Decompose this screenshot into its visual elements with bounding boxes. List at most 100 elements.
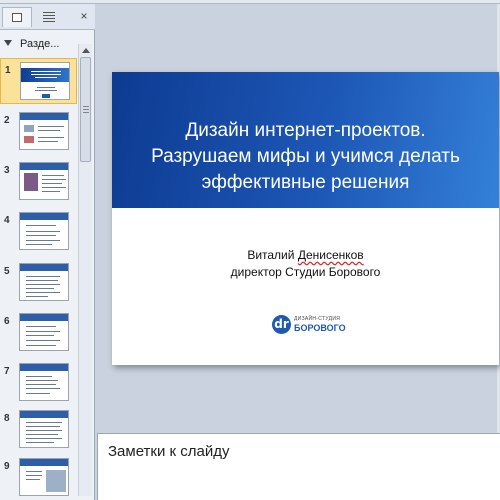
slide-thumbnail-3[interactable]: 3 [0,159,77,205]
slide-number: 2 [4,115,10,126]
preview-line [38,130,60,131]
preview-line [26,388,60,389]
preview-line [42,175,64,176]
preview-line [35,90,57,91]
preview-header [20,459,68,466]
preview-line [26,430,62,431]
slide-thumbnail-8[interactable]: 8 [0,407,77,453]
slide-preview [19,458,69,496]
slide-preview [19,212,69,250]
tab-slides[interactable] [2,7,32,27]
grip-line [83,112,89,113]
preview-header [20,314,68,321]
slide-preview [19,313,69,351]
preview-header [20,364,68,371]
preview-line [26,244,52,245]
preview-line [26,288,54,289]
preview-line [26,280,58,281]
slide-number: 8 [4,413,10,424]
preview-line [42,179,66,180]
preview-line [38,141,58,142]
slide-thumbnail-4[interactable]: 4 [0,209,77,255]
preview-line [26,376,52,377]
preview-line [26,335,54,336]
slide-preview [20,62,70,100]
preview-line [26,326,56,327]
preview-line [26,276,60,277]
preview-line [37,87,55,88]
slide-thumbnail-1[interactable]: 1 [0,58,77,104]
preview-line [31,71,61,72]
panel-tabs: × [0,4,95,30]
preview-line [26,434,58,435]
outline-tab-icon [43,12,55,13]
collapse-triangle-icon[interactable] [4,40,12,46]
preview-image [24,136,34,143]
preview-line [26,231,60,232]
preview-line [26,292,60,293]
logo-caption-top: ДИЗАЙН-СТУДИЯ [294,316,341,322]
slide-number: 5 [4,266,10,277]
preview-line [26,235,56,236]
slide-thumbnail-7[interactable]: 7 [0,360,77,406]
preview-line [26,442,54,443]
notes-pane[interactable]: Заметки к слайду [97,433,500,500]
preview-header [20,411,68,418]
slide-preview [19,363,69,401]
preview-header [20,264,68,271]
preview-line [26,340,60,341]
author-name[interactable]: Виталий Денисенков [112,248,499,262]
preview-line [26,471,42,472]
author-position[interactable]: директор Студии Борового [112,265,499,279]
preview-line [26,284,60,285]
preview-image [24,125,34,132]
preview-line [42,187,66,188]
title-line-1: Дизайн интернет-проектов. [185,120,426,141]
preview-image [24,173,38,191]
preview-line [26,393,50,394]
preview-line [38,137,64,138]
slide-canvas[interactable]: Дизайн интернет-проектов. Разрушаем мифы… [112,72,499,365]
logo-caption-bottom: БОРОВОГО [294,323,346,333]
slide-number: 1 [5,65,11,76]
thumbnail-scrollbar[interactable] [78,44,92,496]
tab-outline[interactable] [36,7,62,27]
outline-line [43,21,55,22]
slide-preview [19,112,69,150]
slide-thumbnail-2[interactable]: 2 [0,109,77,155]
slide-number: 7 [4,366,10,377]
preview-header [20,213,68,220]
preview-line [26,225,56,226]
preview-line [38,126,64,127]
slide-title[interactable]: Дизайн интернет-проектов. Разрушаем мифы… [122,118,489,196]
slide-thumbnail-6[interactable]: 6 [0,310,77,356]
grip-line [83,106,89,107]
slides-panel: × Разде... 1 2 3 4 5 6 7 8 9 [0,4,95,500]
preview-line [26,426,60,427]
preview-line [26,422,62,423]
author-first-name: Виталий [247,248,295,262]
slide-preview [19,263,69,301]
outline-line [43,18,55,19]
scroll-thumb[interactable] [80,57,91,162]
preview-line [31,74,61,75]
section-header[interactable]: Разде... [0,36,80,54]
preview-logo [42,94,50,98]
preview-line [26,380,58,381]
section-label: Разде... [20,38,60,50]
preview-line [26,475,42,476]
close-panel-icon[interactable]: × [77,9,91,23]
author-surname: Денисенков [297,248,364,262]
preview-line [35,77,57,78]
preview-image [46,470,66,492]
outline-line [43,15,55,16]
preview-line [26,479,40,480]
slide-thumbnail-9[interactable]: 9 [0,455,77,500]
preview-banner [21,68,69,82]
studio-logo-icon: dr [272,315,291,334]
slide-number: 3 [4,165,10,176]
preview-line [42,191,60,192]
preview-line [26,384,56,385]
slide-thumbnail-5[interactable]: 5 [0,260,77,306]
scroll-up-arrow-icon[interactable] [79,44,92,57]
